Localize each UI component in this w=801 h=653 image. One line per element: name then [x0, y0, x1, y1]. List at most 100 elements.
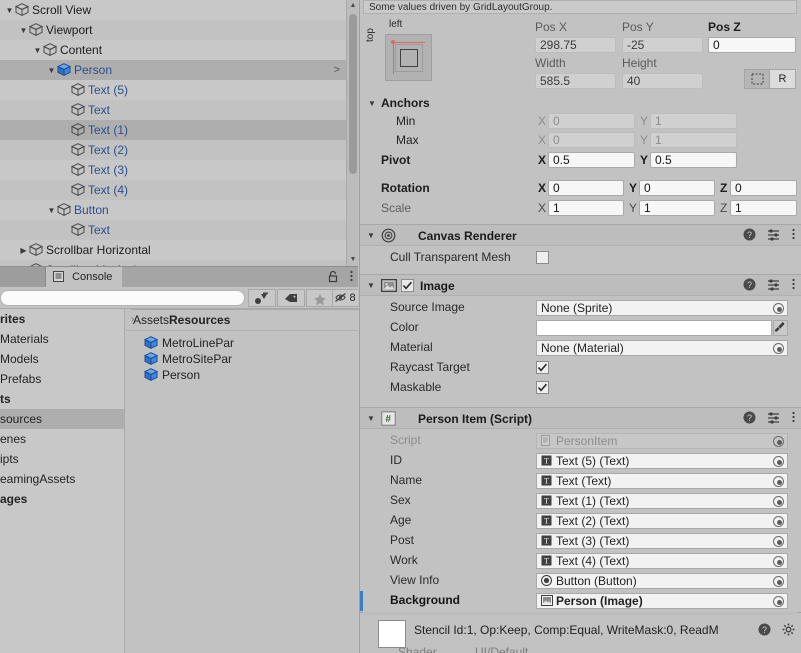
- object-picker-icon[interactable]: [773, 343, 784, 354]
- hierarchy-item[interactable]: ▼Button: [0, 200, 358, 220]
- hierarchy-item[interactable]: ▼Viewport: [0, 20, 358, 40]
- hierarchy-item[interactable]: ▼Person>: [0, 60, 358, 80]
- object-field[interactable]: None (Sprite): [536, 300, 788, 316]
- project-asset-view[interactable]: Assets›Resources MetroLineParMetroSitePa…: [126, 309, 358, 653]
- kebab-menu-icon[interactable]: [791, 278, 796, 291]
- object-field[interactable]: TText (3) (Text): [536, 533, 788, 549]
- kebab-menu-icon[interactable]: [791, 411, 796, 424]
- help-icon[interactable]: ?: [758, 623, 771, 636]
- preset-icon[interactable]: [767, 228, 780, 241]
- color-field[interactable]: [536, 320, 772, 336]
- pos-y-field[interactable]: -25: [622, 37, 703, 53]
- preset-icon[interactable]: [767, 411, 780, 424]
- object-picker-icon[interactable]: [773, 516, 784, 527]
- object-field[interactable]: None (Material): [536, 340, 788, 356]
- foldout-expanded-icon[interactable]: ▼: [46, 61, 57, 81]
- anchor-preset-button[interactable]: [385, 34, 432, 81]
- cull-transparent-mesh-checkbox[interactable]: [536, 251, 549, 264]
- object-field[interactable]: Button (Button): [536, 573, 788, 589]
- object-field[interactable]: TText (Text): [536, 473, 788, 489]
- object-field[interactable]: TText (4) (Text): [536, 553, 788, 569]
- image-foldout-icon[interactable]: ▼: [367, 281, 375, 290]
- project-folder-item[interactable]: enes: [0, 429, 124, 449]
- image-component-header[interactable]: ▼ Image ?: [360, 274, 801, 296]
- person-item-script-header[interactable]: ▼ # Person Item (Script) ?: [360, 407, 801, 429]
- foldout-expanded-icon[interactable]: ▼: [18, 21, 29, 41]
- object-picker-icon[interactable]: [773, 576, 784, 587]
- object-field[interactable]: Person (Image): [536, 593, 788, 609]
- object-picker-icon[interactable]: [773, 556, 784, 567]
- preset-icon[interactable]: [767, 278, 780, 291]
- object-field[interactable]: TText (5) (Text): [536, 453, 788, 469]
- project-folder-item[interactable]: Models: [0, 349, 124, 369]
- anchor-min-y-field[interactable]: 1: [650, 113, 737, 129]
- eyedropper-icon[interactable]: [773, 320, 788, 336]
- hierarchy-scrollbar[interactable]: ▲ ▼: [346, 0, 358, 266]
- hierarchy-item[interactable]: ▼Scroll View: [0, 0, 358, 20]
- hierarchy-item[interactable]: ·Text (4): [0, 180, 358, 200]
- hierarchy-panel[interactable]: ▼Scroll View▼Viewport▼Content▼Person> ·Te…: [0, 0, 358, 266]
- anchors-foldout-label[interactable]: Anchors: [381, 96, 430, 110]
- blueprint-mode-icon[interactable]: [744, 69, 770, 89]
- scroll-up-arrow[interactable]: ▲: [347, 0, 359, 12]
- canvas-renderer-foldout-icon[interactable]: ▼: [367, 231, 375, 240]
- object-picker-icon[interactable]: [773, 476, 784, 487]
- shader-value[interactable]: UI/Default: [475, 645, 528, 653]
- asset-item[interactable]: MetroSitePar: [126, 351, 358, 367]
- scale-z-field[interactable]: 1: [730, 200, 797, 216]
- gear-icon[interactable]: [782, 623, 795, 636]
- asset-item[interactable]: MetroLinePar: [126, 335, 358, 351]
- project-folder-item[interactable]: Prefabs: [0, 369, 124, 389]
- project-folder-item[interactable]: ages: [0, 489, 124, 509]
- project-search-input[interactable]: [0, 290, 245, 306]
- anchors-foldout-triangle-icon[interactable]: ▼: [368, 99, 376, 108]
- project-folder-item[interactable]: eamingAssets: [0, 469, 124, 489]
- pos-x-field[interactable]: 298.75: [535, 37, 616, 53]
- foldout-expanded-icon[interactable]: ▼: [4, 1, 15, 21]
- project-folder-item[interactable]: ts: [0, 389, 124, 409]
- width-field[interactable]: 585.5: [535, 73, 616, 89]
- object-field[interactable]: TText (2) (Text): [536, 513, 788, 529]
- tab-console[interactable]: Console: [46, 267, 122, 288]
- kebab-menu-icon[interactable]: [791, 228, 796, 241]
- scrollbar-thumb[interactable]: [349, 14, 357, 174]
- object-picker-icon[interactable]: [773, 303, 784, 314]
- filter-by-label-icon[interactable]: [277, 289, 305, 307]
- hidden-items-icon[interactable]: 8: [332, 289, 358, 307]
- foldout-collapsed-icon[interactable]: ▶: [18, 241, 29, 261]
- hierarchy-item[interactable]: ·Text: [0, 220, 358, 240]
- image-enabled-checkbox[interactable]: [401, 279, 414, 292]
- object-picker-icon[interactable]: [773, 536, 784, 547]
- hierarchy-item[interactable]: ·Text (2): [0, 140, 358, 160]
- scale-y-field[interactable]: 1: [639, 200, 715, 216]
- filter-by-type-icon[interactable]: [248, 289, 276, 307]
- kebab-menu-icon[interactable]: [349, 270, 354, 283]
- anchor-max-y-field[interactable]: 1: [650, 132, 737, 148]
- rotation-x-field[interactable]: 0: [548, 180, 624, 196]
- anchor-max-x-field[interactable]: 0: [548, 132, 635, 148]
- property-checkbox[interactable]: [536, 361, 549, 374]
- object-picker-icon[interactable]: [773, 456, 784, 467]
- rotation-z-field[interactable]: 0: [730, 180, 797, 196]
- asset-item[interactable]: Person: [126, 367, 358, 383]
- object-field[interactable]: PersonItem: [536, 433, 788, 449]
- help-icon[interactable]: ?: [743, 411, 756, 424]
- height-field[interactable]: 40: [622, 73, 703, 89]
- project-folder-item[interactable]: Materials: [0, 329, 124, 349]
- hierarchy-item[interactable]: ▼Content: [0, 40, 358, 60]
- object-picker-icon[interactable]: [773, 496, 784, 507]
- property-checkbox[interactable]: [536, 381, 549, 394]
- help-icon[interactable]: ?: [743, 228, 756, 241]
- help-icon[interactable]: ?: [743, 278, 756, 291]
- scale-x-field[interactable]: 1: [548, 200, 624, 216]
- foldout-expanded-icon[interactable]: ▼: [32, 41, 43, 61]
- pivot-x-field[interactable]: 0.5: [548, 152, 635, 168]
- hierarchy-item[interactable]: ·Text (1): [0, 120, 358, 140]
- hierarchy-item[interactable]: ·Text: [0, 100, 358, 120]
- object-picker-icon[interactable]: [773, 436, 784, 447]
- lock-icon[interactable]: [327, 270, 339, 283]
- pivot-y-field[interactable]: 0.5: [650, 152, 737, 168]
- adjacent-tab-stub[interactable]: [0, 267, 46, 288]
- object-picker-icon[interactable]: [773, 596, 784, 607]
- hierarchy-item[interactable]: ·Text (3): [0, 160, 358, 180]
